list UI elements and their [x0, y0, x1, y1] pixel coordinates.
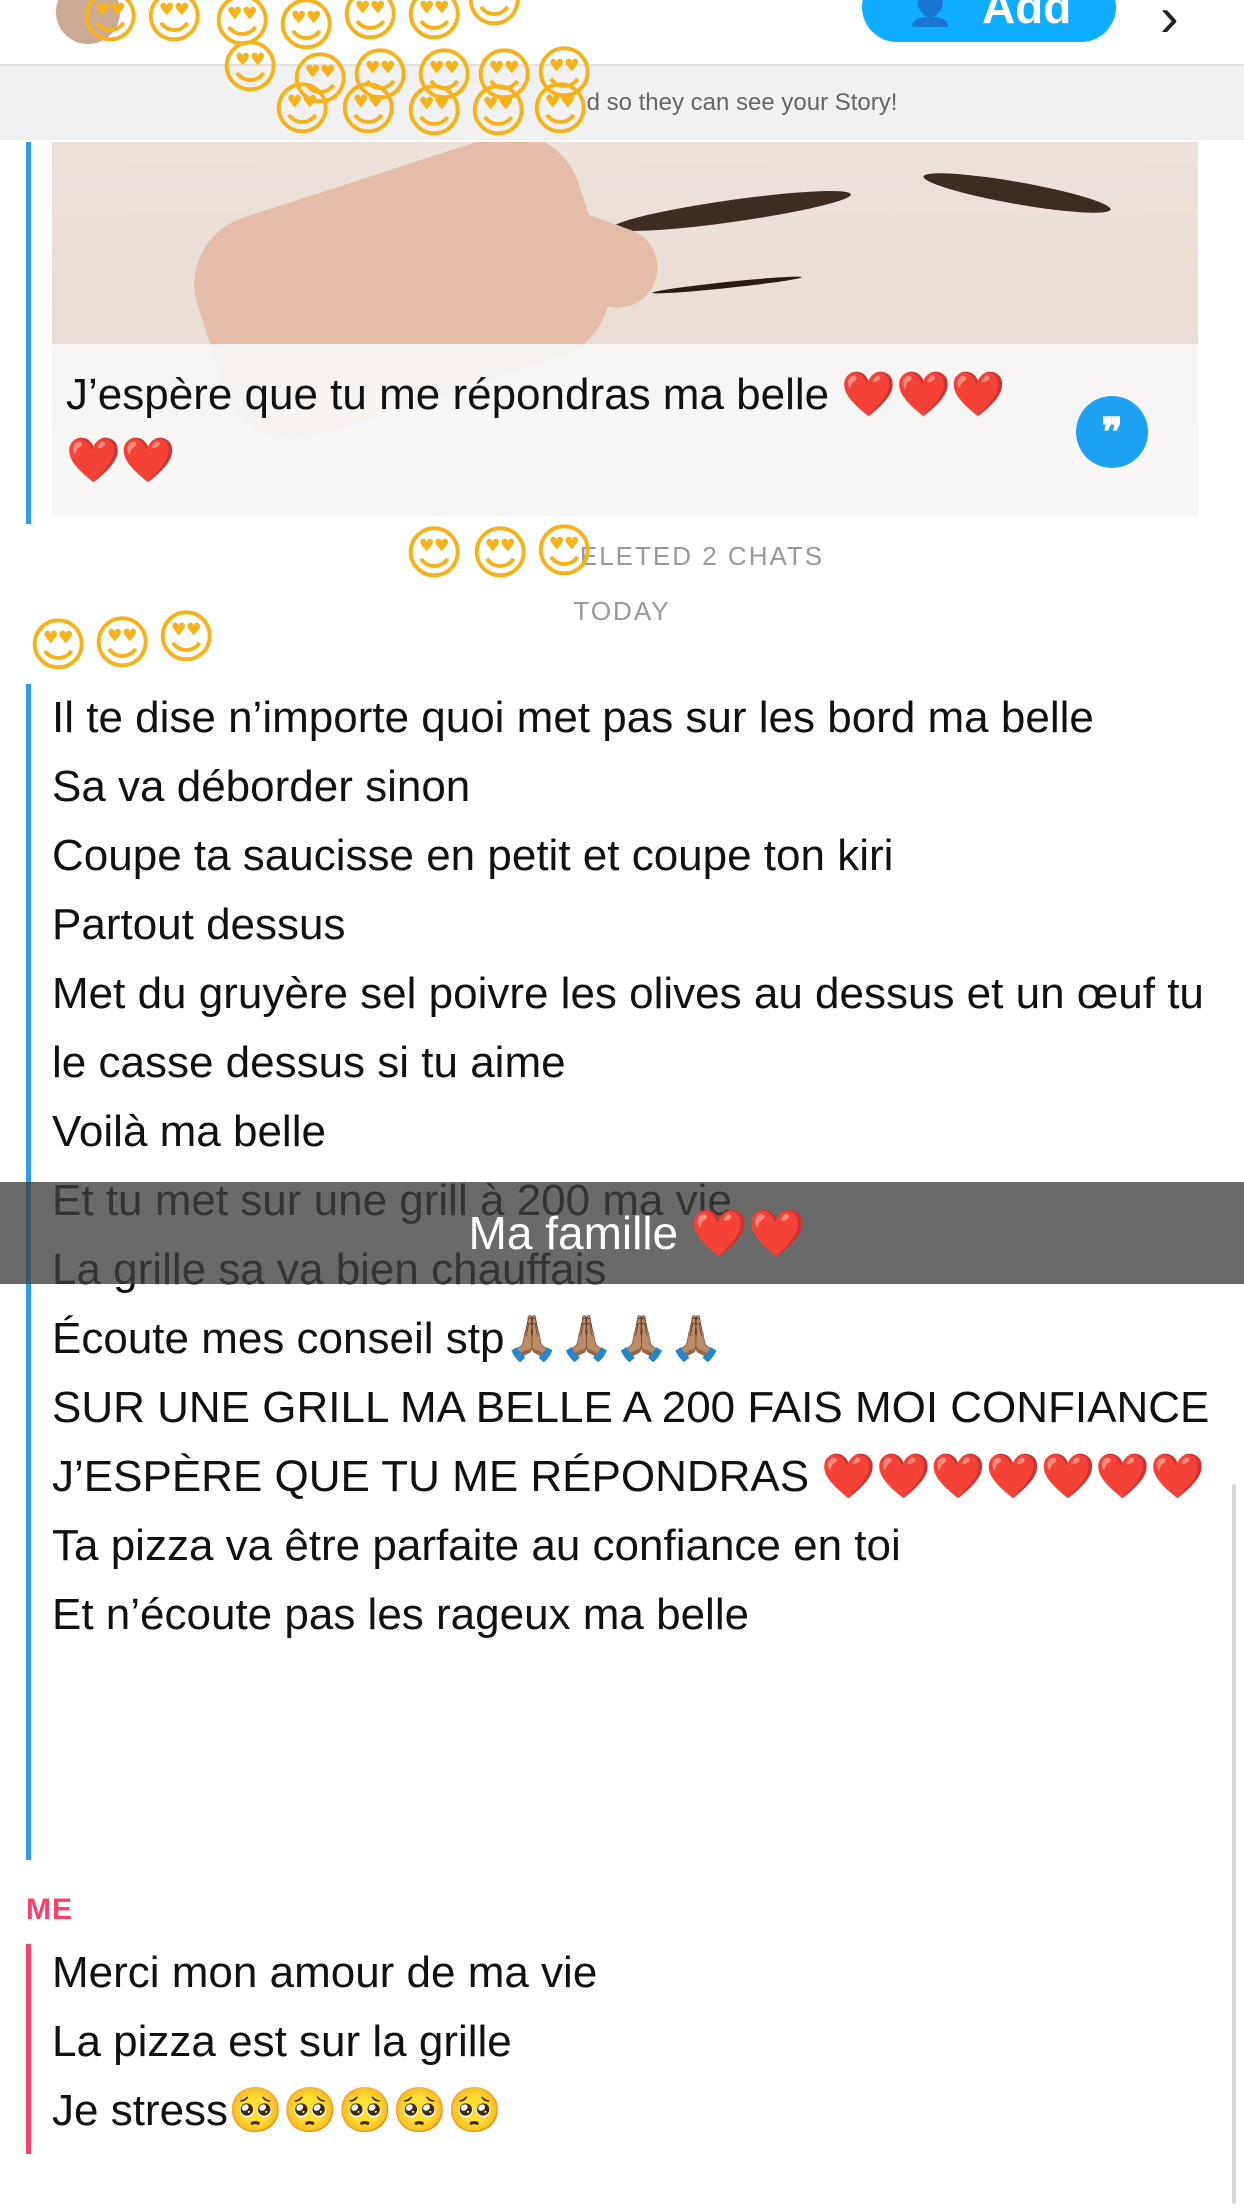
overlay-caption: Ma famille ❤️❤️: [468, 1206, 806, 1259]
message[interactable]: Coupe ta saucisse en petit et coupe ton …: [52, 821, 1212, 890]
message[interactable]: Il te dise n’importe quoi met pas sur le…: [52, 683, 1212, 752]
heart-eyes-emoji: 😍: [468, 77, 529, 145]
heart-eyes-emoji: 😍: [340, 0, 401, 49]
message[interactable]: Met du gruyère sel poivre les olives au …: [52, 959, 1212, 1097]
eyebrow: [611, 183, 853, 239]
story-banner: d so they can see your Story!: [0, 66, 1244, 140]
snap-image[interactable]: J’espère que tu me répondras ma belle ❤️…: [52, 142, 1198, 516]
me-messages: Merci mon amour de ma vie La pizza est s…: [52, 1938, 1212, 2145]
message[interactable]: J’ESPÈRE QUE TU ME RÉPONDRAS ❤️❤️❤️❤️❤️❤…: [52, 1442, 1212, 1511]
heart-eyes-emoji: 😍: [534, 517, 595, 585]
add-friend-button[interactable]: 👤 Add: [862, 0, 1116, 42]
heart-eyes-emoji: 😍: [530, 75, 591, 143]
heart-eyes-emoji: 😍: [80, 0, 141, 51]
heart-eyes-emoji: 😍: [470, 519, 531, 587]
heart-eyes-emoji: 😍: [338, 75, 399, 143]
heart-eyes-emoji: 😍: [28, 611, 89, 679]
heart-eyes-emoji: 😍: [272, 75, 333, 143]
deleted-chats-notice: ELETED 2 CHATS: [0, 541, 1244, 572]
message[interactable]: Écoute mes conseil stp🙏🏽🙏🏽🙏🏽🙏🏽: [52, 1304, 1212, 1373]
message[interactable]: Partout dessus: [52, 890, 1212, 959]
eyebrow: [921, 165, 1113, 221]
heart-eyes-emoji: 😍: [404, 519, 465, 587]
snap-caption: J’espère que tu me répondras ma belle ❤️…: [66, 370, 1006, 485]
message[interactable]: Et n’écoute pas les rageux ma belle: [52, 1580, 1212, 1649]
quote-icon[interactable]: ❞: [1076, 396, 1148, 468]
scrollbar[interactable]: [1232, 1484, 1236, 2204]
heart-eyes-emoji: 😍: [156, 603, 217, 671]
add-friend-icon: 👤: [906, 0, 954, 28]
message[interactable]: La pizza est sur la grille: [52, 2007, 1212, 2076]
chevron-icon[interactable]: ›: [1160, 0, 1179, 49]
eye: [652, 274, 802, 296]
message[interactable]: Je stress🥺🥺🥺🥺🥺: [52, 2076, 1212, 2145]
me-sender-label: ME: [26, 1893, 73, 1926]
overlay-caption-bar: Ma famille ❤️❤️: [0, 1182, 1244, 1284]
heart-eyes-emoji: 😍: [144, 0, 205, 51]
add-label: Add: [981, 0, 1072, 33]
heart-eyes-emoji: 😍: [404, 0, 465, 49]
heart-eyes-emoji: 😍: [464, 0, 525, 35]
message[interactable]: Ta pizza va être parfaite au confiance e…: [52, 1511, 1212, 1580]
me-thread-line: [26, 1944, 31, 2154]
message[interactable]: Voilà ma belle: [52, 1097, 1212, 1166]
heart-eyes-emoji: 😍: [404, 77, 465, 145]
message[interactable]: Sa va déborder sinon: [52, 752, 1212, 821]
friend-thread-line: [26, 142, 31, 524]
snap-caption-box: J’espère que tu me répondras ma belle ❤️…: [52, 344, 1198, 516]
message[interactable]: Merci mon amour de ma vie: [52, 1938, 1212, 2007]
friend-messages: Il te dise n’importe quoi met pas sur le…: [52, 683, 1212, 1649]
heart-eyes-emoji: 😍: [92, 609, 153, 677]
message[interactable]: SUR UNE GRILL MA BELLE A 200 FAIS MOI CO…: [52, 1373, 1212, 1442]
